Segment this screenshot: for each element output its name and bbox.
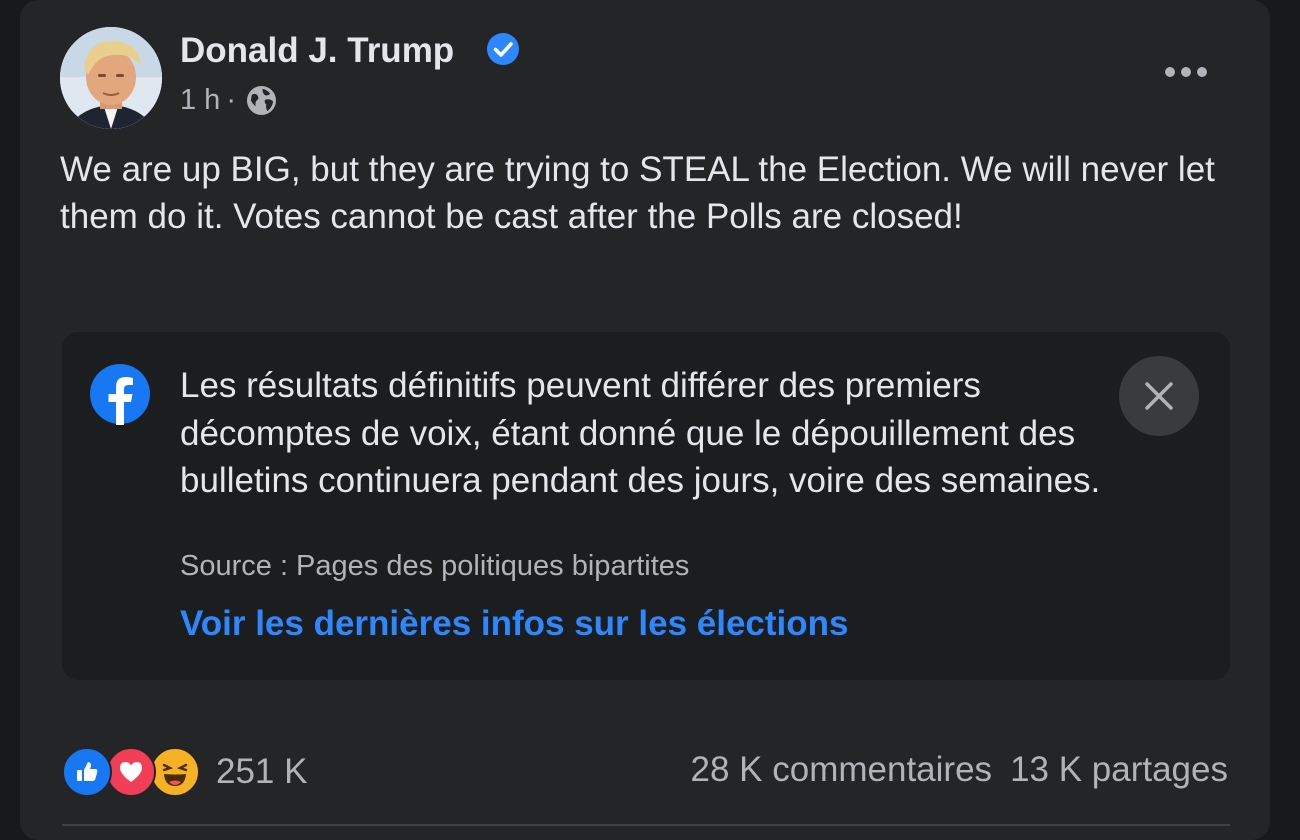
election-info-link[interactable]: Voir les dernières infos sur les électio… [180,604,849,644]
haha-icon [150,747,200,797]
love-icon [106,747,156,797]
author-name[interactable]: Donald J. Trump [180,30,454,72]
author-avatar[interactable] [60,27,162,129]
engagement-stats: 28 K commentaires 13 K partages [691,750,1228,790]
divider [62,824,1230,826]
facebook-logo-icon [90,364,150,425]
meta-separator: · [226,83,236,116]
reaction-count[interactable]: 251 K [216,752,307,792]
election-info-label: Les résultats définitifs peuvent différe… [62,332,1230,680]
post-card: Donald J. Trump 1 h · We are up BIG, but… [20,0,1270,840]
post-text: We are up BIG, but they are trying to ST… [60,150,1215,236]
shares-count[interactable]: 13 K partages [1010,750,1228,790]
comments-count[interactable]: 28 K commentaires [691,750,993,790]
like-icon [62,747,112,797]
close-info-button[interactable] [1119,356,1199,436]
info-source: Source : Pages des politiques bipartites [180,550,690,582]
reactions-summary[interactable]: 251 K [62,747,307,797]
info-message: Les résultats définitifs peuvent différe… [180,366,1101,500]
more-options-button[interactable] [1156,52,1216,92]
close-icon [1145,382,1173,410]
verified-badge-icon [487,33,519,65]
post-time[interactable]: 1 h [180,84,220,117]
globe-icon [246,85,277,115]
more-options-icon [1165,67,1207,77]
post-meta: 1 h · [180,82,277,118]
